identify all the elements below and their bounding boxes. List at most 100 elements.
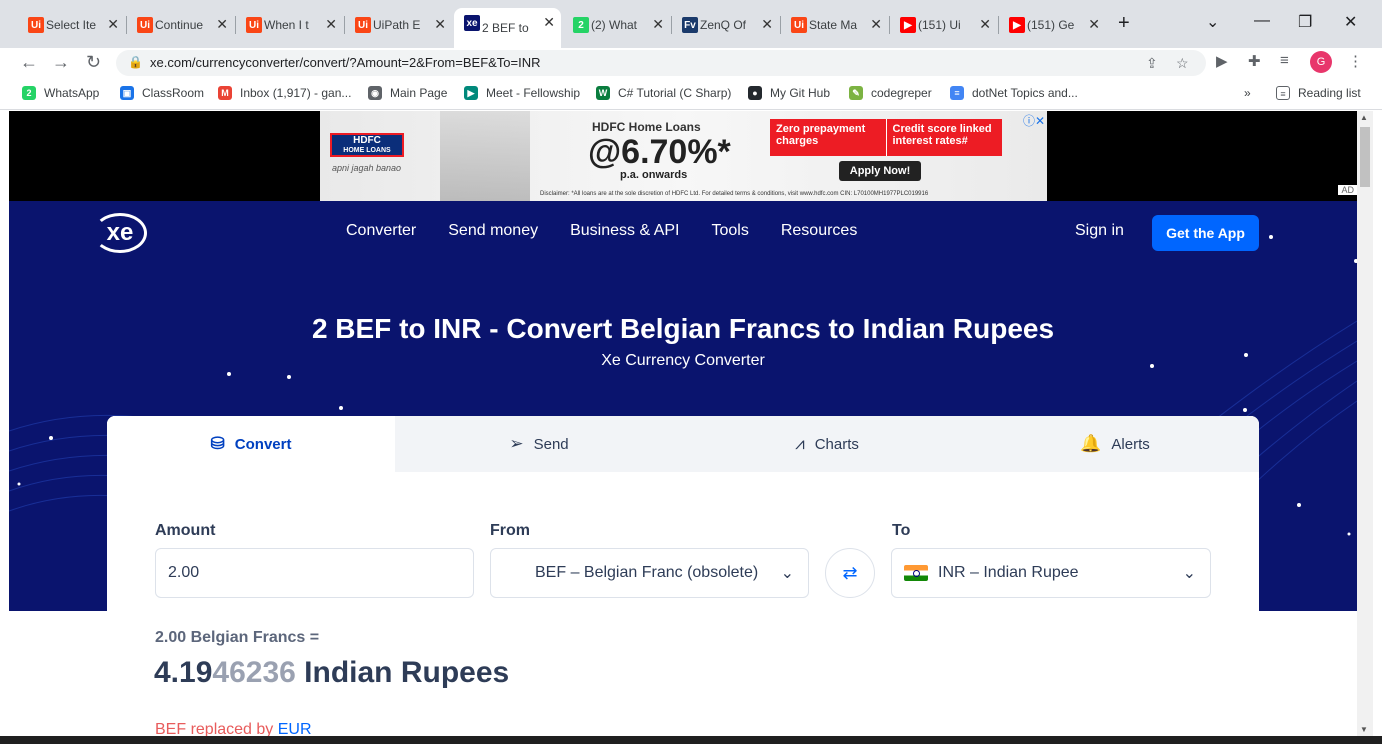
- to-currency-select[interactable]: INR – Indian Rupee ⌄: [891, 548, 1211, 598]
- extension-play-icon[interactable]: ▶: [1216, 52, 1228, 70]
- close-tab-icon[interactable]: ✕: [761, 16, 773, 33]
- nav-link[interactable]: Tools: [711, 222, 748, 240]
- browser-tab[interactable]: Ui Continue ✕: [127, 10, 234, 40]
- new-tab-button[interactable]: +: [1118, 12, 1130, 35]
- hdfc-ad[interactable]: HDFC HOME LOANS apni jagah banao HDFC Ho…: [320, 111, 1047, 201]
- bookmark-star-icon[interactable]: ☆: [1176, 55, 1189, 72]
- bookmark-item[interactable]: 2 WhatsApp: [22, 86, 99, 100]
- forward-icon[interactable]: →: [52, 52, 70, 73]
- reload-icon[interactable]: ↻: [86, 52, 101, 73]
- amount-input[interactable]: 2.00: [155, 548, 474, 598]
- web-page: HDFC HOME LOANS apni jagah banao HDFC Ho…: [9, 111, 1357, 744]
- browser-tab[interactable]: Ui UiPath E ✕: [345, 10, 452, 40]
- browser-tab-title: State Ma: [809, 18, 858, 32]
- scroll-up-icon[interactable]: ▲: [1360, 113, 1368, 122]
- back-icon[interactable]: ←: [20, 52, 38, 73]
- tab-alerts[interactable]: 🔔 Alerts: [971, 416, 1259, 472]
- browser-tab[interactable]: Ui Select Ite ✕: [18, 10, 125, 40]
- media-control-icon[interactable]: ≡: [1280, 52, 1289, 69]
- nav-link[interactable]: Send money: [448, 222, 538, 240]
- xe-logo[interactable]: xe: [93, 213, 147, 253]
- browser-tab-title: 2 BEF to: [482, 21, 529, 35]
- browser-tab[interactable]: Fv ZenQ Of ✕: [672, 10, 779, 40]
- browser-tab[interactable]: Ui State Ma ✕: [781, 10, 888, 40]
- close-tab-icon[interactable]: ✕: [1088, 16, 1100, 33]
- ad-close-icon[interactable]: ⓘ✕: [1023, 112, 1045, 129]
- profile-avatar[interactable]: G: [1310, 51, 1332, 73]
- bookmark-item[interactable]: ◉ Main Page: [368, 86, 447, 100]
- from-currency-select[interactable]: BEF – Belgian Franc (obsolete) ⌄: [490, 548, 809, 598]
- to-currency-value[interactable]: INR – Indian Rupee: [938, 564, 1079, 582]
- more-bookmarks-icon[interactable]: »: [1244, 86, 1251, 100]
- menu-kebab-icon[interactable]: ⋮: [1348, 52, 1363, 70]
- swap-arrows-icon[interactable]: ⇄: [842, 563, 857, 583]
- hdfc-logo: HDFC HOME LOANS: [330, 133, 404, 157]
- close-tab-icon[interactable]: ✕: [870, 16, 882, 33]
- close-tab-icon[interactable]: ✕: [107, 16, 119, 33]
- bookmark-item[interactable]: ▣ ClassRoom: [120, 86, 204, 100]
- uipath-icon: Ui: [355, 17, 371, 33]
- browser-tab[interactable]: xe 2 BEF to ✕: [454, 8, 561, 48]
- browser-tab[interactable]: ▶ (151) Ui ✕: [890, 10, 997, 40]
- close-tab-icon[interactable]: ✕: [216, 16, 228, 33]
- bookmark-item[interactable]: ✎ codegreper: [849, 86, 932, 100]
- tab-charts[interactable]: ⩘ Charts: [683, 416, 971, 472]
- from-currency-value[interactable]: BEF – Belgian Franc (obsolete): [535, 564, 758, 582]
- bookmark-item[interactable]: ▶ Meet - Fellowship: [464, 86, 580, 100]
- chevron-down-icon[interactable]: ⌄: [781, 563, 794, 583]
- nav-link[interactable]: Resources: [781, 222, 857, 240]
- tab-send[interactable]: ➢ Send: [395, 416, 683, 472]
- result-extra-digits: 46236: [212, 656, 296, 689]
- bookmark-item[interactable]: ● My Git Hub: [748, 86, 830, 100]
- address-bar[interactable]: 🔒 xe.com/currencyconverter/convert/?Amou…: [116, 50, 1206, 76]
- bookmark-label: Meet - Fellowship: [486, 86, 581, 100]
- amount-value[interactable]: 2.00: [168, 564, 199, 582]
- reading-list-icon: ≡: [1276, 86, 1290, 100]
- close-tab-icon[interactable]: ✕: [652, 16, 664, 33]
- nav-link[interactable]: Converter: [346, 222, 416, 240]
- vertical-scrollbar[interactable]: ▲ ▼: [1357, 111, 1373, 744]
- converter-tabs: ⛁ Convert ➢ Send ⩘ Charts 🔔 Alerts: [107, 416, 1259, 472]
- browser-tab[interactable]: 2 (2) What ✕: [563, 10, 670, 40]
- ad-feature-right: Credit score linked interest rates#: [885, 119, 1003, 156]
- uipath-icon: Ui: [246, 17, 262, 33]
- bookmark-label: My Git Hub: [770, 86, 831, 100]
- nav-link[interactable]: Business & API: [570, 222, 679, 240]
- close-tab-icon[interactable]: ✕: [979, 16, 991, 33]
- address-url[interactable]: xe.com/currencyconverter/convert/?Amount…: [150, 55, 541, 70]
- swap-currencies-button[interactable]: ⇄: [825, 548, 875, 598]
- scrollbar-thumb[interactable]: [1360, 127, 1370, 187]
- browser-toolbar: ← → ↻ 🔒 xe.com/currencyconverter/convert…: [0, 48, 1382, 80]
- browser-tab[interactable]: Ui When I t ✕: [236, 10, 343, 40]
- bookmark-favicon-icon: ▶: [464, 86, 478, 100]
- reading-list-button[interactable]: ≡ Reading list: [1276, 86, 1361, 100]
- chevron-down-icon[interactable]: ⌄: [1183, 563, 1196, 583]
- bookmark-item[interactable]: M Inbox (1,917) - gan...: [218, 86, 351, 100]
- close-tab-icon[interactable]: ✕: [543, 14, 555, 31]
- share-icon[interactable]: ⇪: [1146, 55, 1158, 72]
- bookmark-label: dotNet Topics and...: [972, 86, 1078, 100]
- scroll-down-icon[interactable]: ▼: [1360, 725, 1368, 734]
- minimize-icon[interactable]: —: [1254, 12, 1270, 30]
- coins-icon: ⛁: [210, 434, 225, 453]
- tab-search-icon[interactable]: ⌄: [1206, 12, 1219, 32]
- browser-tab[interactable]: ▶ (151) Ge ✕: [999, 10, 1106, 40]
- sign-in-link[interactable]: Sign in: [1075, 222, 1124, 240]
- lock-icon[interactable]: 🔒: [128, 55, 143, 69]
- ad-apply-button[interactable]: Apply Now!: [839, 161, 921, 181]
- close-window-icon[interactable]: ✕: [1344, 12, 1357, 32]
- bookmark-label: C# Tutorial (C Sharp): [618, 86, 732, 100]
- bookmark-label: codegreper: [871, 86, 932, 100]
- browser-tab-title: When I t: [264, 18, 309, 32]
- restore-icon[interactable]: ❐: [1298, 12, 1312, 32]
- bookmark-item[interactable]: W C# Tutorial (C Sharp): [596, 86, 731, 100]
- get-the-app-button[interactable]: Get the App: [1152, 215, 1259, 251]
- close-tab-icon[interactable]: ✕: [434, 16, 446, 33]
- bookmark-label: Main Page: [390, 86, 448, 100]
- bookmark-item[interactable]: ≡ dotNet Topics and...: [950, 86, 1078, 100]
- tab-convert[interactable]: ⛁ Convert: [107, 416, 395, 472]
- os-taskbar: [0, 736, 1382, 744]
- extensions-puzzle-icon[interactable]: ✚: [1248, 52, 1261, 70]
- browser-tab-title: Continue: [155, 18, 204, 32]
- close-tab-icon[interactable]: ✕: [325, 16, 337, 33]
